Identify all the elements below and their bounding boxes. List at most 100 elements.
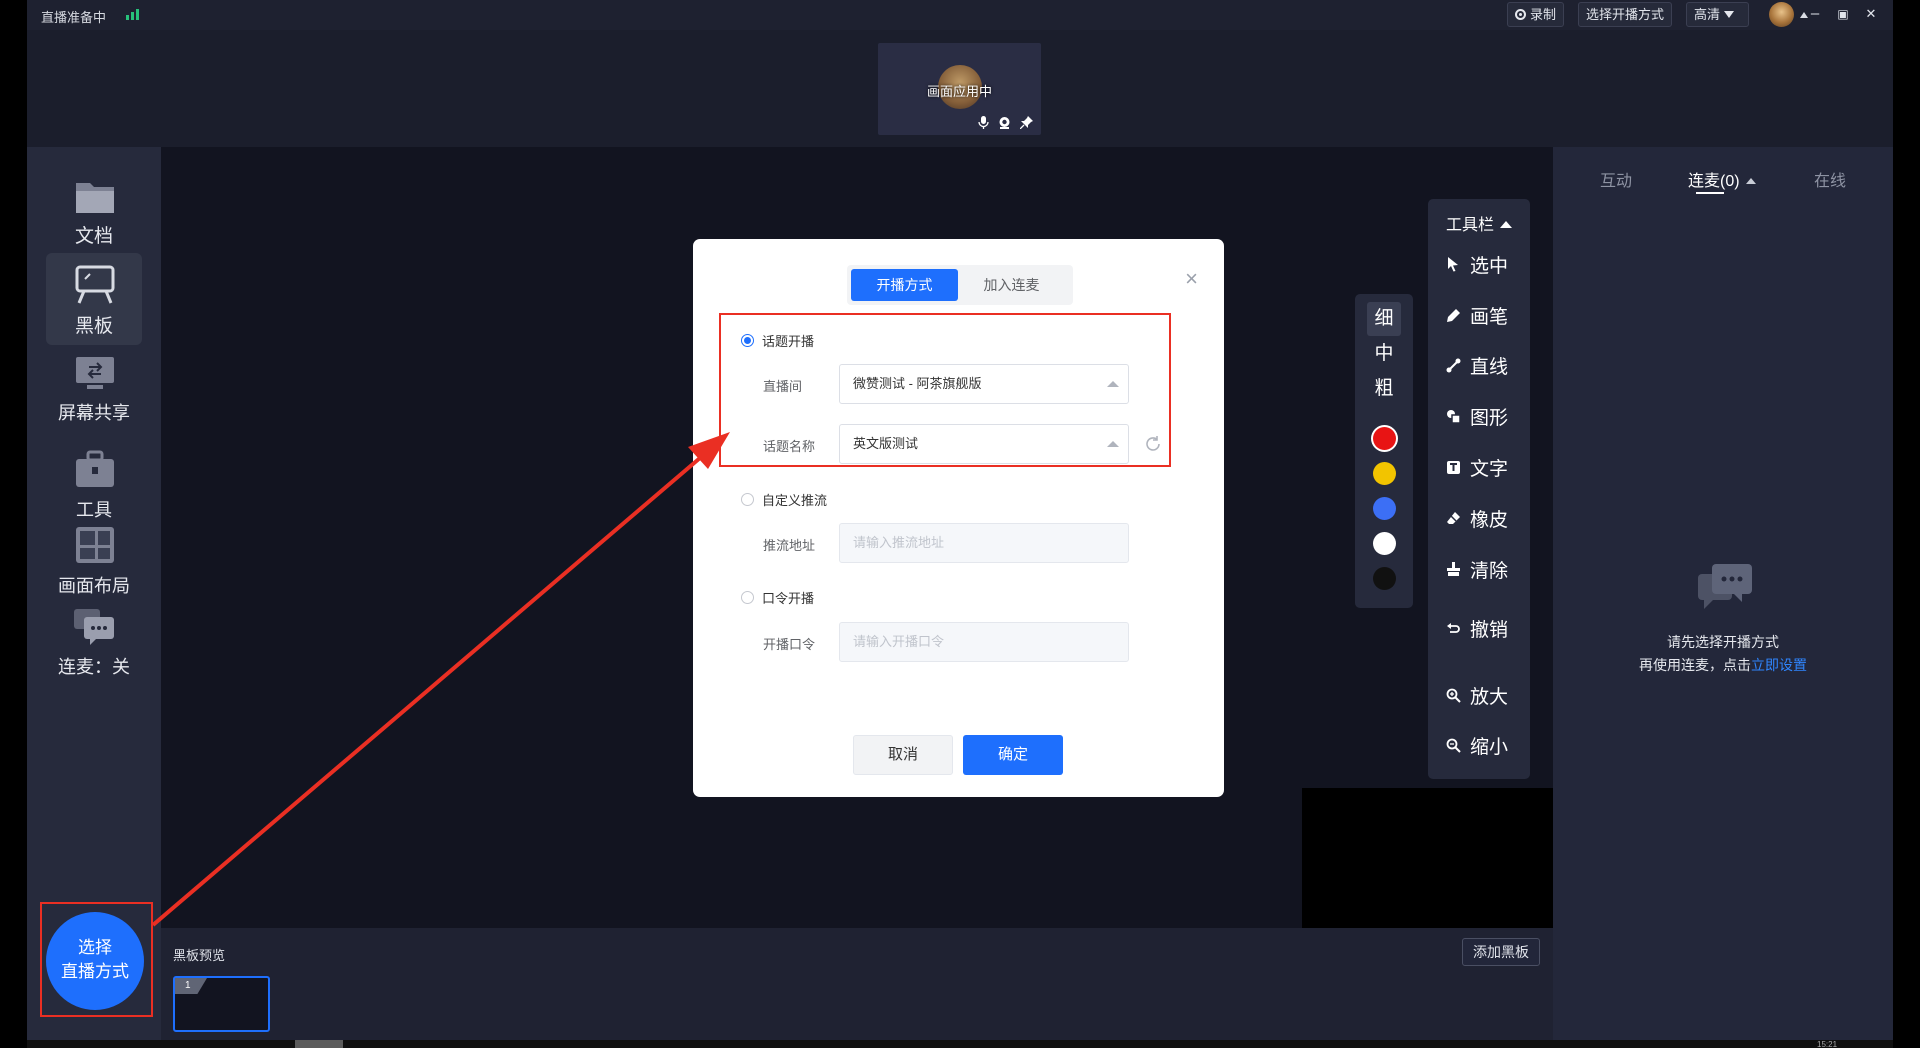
close-window-button[interactable]: ✕	[1861, 4, 1881, 24]
zoom-in-icon	[1444, 686, 1462, 704]
close-icon[interactable]: ×	[1185, 268, 1198, 290]
tool-line[interactable]: 直线	[1444, 350, 1508, 380]
tool-zoom-out[interactable]: 缩小	[1444, 730, 1508, 760]
tool-text[interactable]: 文字	[1444, 452, 1508, 482]
undo-icon	[1444, 619, 1462, 637]
add-blackboard-button[interactable]: 添加黑板	[1462, 938, 1540, 966]
empty-message-text: 再使用连麦，点击	[1639, 657, 1751, 673]
color-blue[interactable]	[1373, 497, 1396, 520]
tool-label: 文字	[1470, 458, 1509, 480]
tool-label: 清除	[1470, 560, 1509, 582]
color-black[interactable]	[1373, 567, 1396, 590]
option-password-live[interactable]: 口令开播	[741, 588, 814, 607]
select-live-mode-button[interactable]: 选择 直播方式	[46, 912, 144, 1010]
tool-label: 选中	[1470, 255, 1509, 277]
tab-interaction[interactable]: 互动	[1600, 167, 1632, 191]
sidebar-item-co-host[interactable]: 连麦：关	[46, 603, 142, 695]
camera-icon[interactable]	[998, 116, 1011, 129]
pen-size-thin[interactable]: 细	[1367, 302, 1401, 336]
chevron-up-icon	[1500, 221, 1513, 228]
pin-icon[interactable]	[1020, 116, 1033, 129]
empty-message-line1: 请先选择开播方式	[1667, 634, 1779, 650]
radio-password[interactable]	[741, 591, 754, 604]
option-custom-push[interactable]: 自定义推流	[741, 490, 827, 509]
tab-join-co-host[interactable]: 加入连麦	[958, 269, 1065, 301]
sidebar-item-label: 文档	[74, 226, 113, 247]
select-mode-line2: 直播方式	[61, 962, 129, 981]
choose-mode-button[interactable]: 选择开播方式	[1578, 2, 1673, 27]
sidebar-item-layout[interactable]: 画面布局	[46, 523, 142, 615]
right-panel: 互动 连麦(0) 在线 请先选择开播方式 再使用连麦，点击立即设置	[1553, 147, 1893, 1040]
drawing-toolbar: 工具栏 选中 画笔 直线 图形 文字 橡皮 清除 撤销 放大 缩小	[1428, 199, 1530, 779]
pen-size-thick[interactable]: 粗	[1367, 372, 1401, 406]
tool-select[interactable]: 选中	[1444, 249, 1508, 279]
record-label: 录制	[1530, 7, 1557, 22]
pen-size-medium[interactable]: 中	[1367, 337, 1401, 371]
mic-icon[interactable]	[978, 116, 989, 129]
password-input[interactable]: 请输入开播口令	[839, 622, 1129, 662]
confirm-button[interactable]: 确定	[963, 735, 1063, 775]
tool-label: 直线	[1470, 356, 1509, 378]
eraser-icon	[1444, 509, 1462, 527]
tool-label: 撤销	[1470, 619, 1509, 641]
tab-co-host[interactable]: 连麦(0)	[1688, 167, 1756, 191]
restore-button[interactable]: ▣	[1833, 4, 1853, 24]
taskbar-strip	[27, 1040, 1893, 1048]
live-mode-dialog: 开播方式 加入连麦 × 话题开播 直播间 微赞测试 - 阿茶旗舰版 话题名称 英…	[693, 239, 1224, 797]
toolbar-title: 工具栏	[1446, 217, 1495, 234]
thumbnail-number: 1	[175, 978, 207, 994]
tool-eraser[interactable]: 橡皮	[1444, 503, 1508, 533]
color-white[interactable]	[1373, 532, 1396, 555]
setup-now-link[interactable]: 立即设置	[1751, 657, 1807, 673]
app-window: 直播准备中 录制 选择开播方式 高清 – ▣ ✕ 画面应用中 文档 黑板 屏幕共…	[0, 0, 1920, 1048]
radio-custom-push[interactable]	[741, 493, 754, 506]
quality-select[interactable]: 高清	[1686, 2, 1749, 27]
line-icon	[1444, 356, 1462, 374]
shapes-icon	[1444, 407, 1462, 425]
tool-shapes[interactable]: 图形	[1444, 401, 1508, 431]
tab-co-host-label: 连麦(0)	[1688, 173, 1740, 190]
video-overlay-area	[1302, 788, 1553, 928]
sidebar-item-screen-share[interactable]: 屏幕共享	[46, 347, 142, 439]
option-custom-label: 自定义推流	[762, 493, 828, 508]
record-icon	[1515, 9, 1526, 20]
sidebar-item-blackboard[interactable]: 黑板	[46, 253, 142, 345]
color-red[interactable]	[1373, 427, 1396, 450]
text-icon	[1444, 458, 1462, 476]
user-avatar[interactable]	[1769, 2, 1794, 27]
cancel-button[interactable]: 取消	[853, 735, 953, 775]
option-password-label: 口令开播	[762, 591, 815, 606]
color-yellow[interactable]	[1373, 462, 1396, 485]
tool-zoom-in[interactable]: 放大	[1444, 680, 1508, 710]
title-bar: 直播准备中 录制 选择开播方式 高清 – ▣ ✕	[27, 0, 1893, 30]
tab-live-mode[interactable]: 开播方式	[851, 269, 958, 301]
minimize-button[interactable]: –	[1805, 4, 1825, 24]
sidebar-item-documents[interactable]: 文档	[46, 163, 142, 255]
tool-label: 放大	[1470, 686, 1509, 708]
blackboard-thumbnail[interactable]: 1	[173, 976, 270, 1032]
folder-icon	[76, 183, 114, 213]
record-button[interactable]: 录制	[1507, 2, 1565, 27]
tool-pen[interactable]: 画笔	[1444, 300, 1508, 330]
camera-preview-tile[interactable]: 画面应用中	[878, 43, 1041, 135]
toolbar-toggle[interactable]: 工具栏	[1446, 211, 1513, 235]
tool-clear[interactable]: 清除	[1444, 554, 1508, 584]
tool-label: 画笔	[1470, 306, 1509, 328]
cursor-icon	[1444, 255, 1462, 273]
blackboard-preview-title: 黑板预览	[173, 948, 226, 963]
camera-controls	[978, 116, 1033, 129]
annotation-highlight-box	[719, 313, 1171, 467]
layout-icon	[76, 527, 114, 563]
chat-bubbles-icon	[1698, 564, 1752, 609]
push-url-input[interactable]: 请输入推流地址	[839, 523, 1129, 563]
tool-undo[interactable]: 撤销	[1444, 613, 1508, 643]
live-status-text: 直播准备中	[41, 10, 107, 25]
briefcase-icon	[76, 450, 114, 487]
chevron-up-icon	[1745, 178, 1756, 184]
blackboard-icon	[75, 265, 115, 304]
pen-icon	[1444, 306, 1462, 324]
sidebar-item-label: 工具	[76, 500, 112, 520]
chat-icon	[74, 609, 114, 645]
sidebar-item-label: 屏幕共享	[58, 403, 130, 423]
tab-online[interactable]: 在线	[1814, 167, 1846, 191]
